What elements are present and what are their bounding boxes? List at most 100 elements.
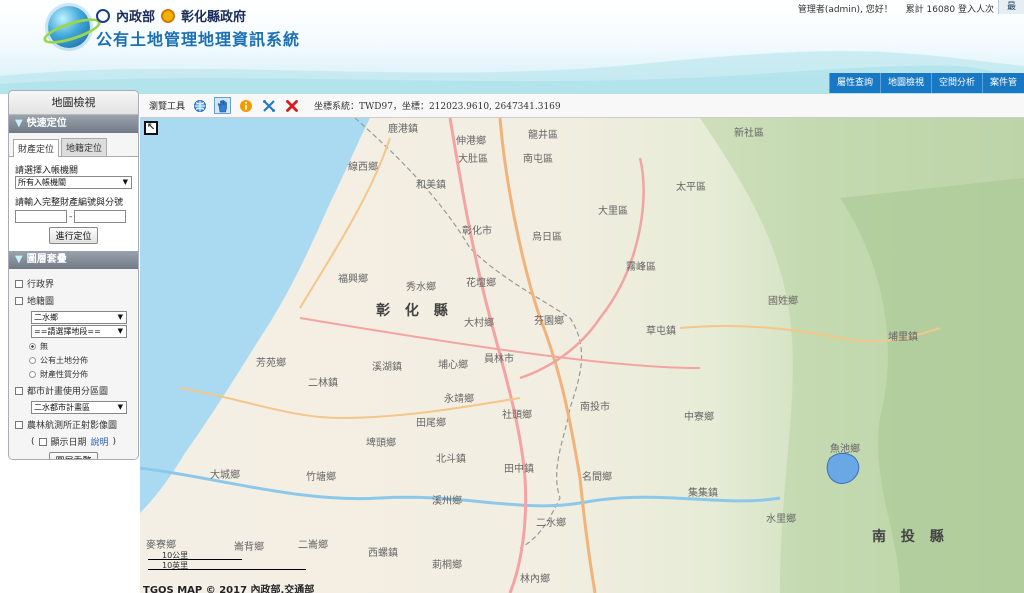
place-label: 南投市 <box>580 402 610 413</box>
gov-moi-label: 內政部 <box>116 10 156 25</box>
full-extent-arrow-icon[interactable]: ↖ <box>144 121 158 135</box>
collapse-triangle-icon: ▼ <box>15 254 23 265</box>
place-label: 草屯鎮 <box>646 326 676 337</box>
township-select-value: 二水鄉 <box>34 313 58 322</box>
urban-zoning-checkbox[interactable] <box>15 386 23 395</box>
layer-reset-button[interactable]: 圖層重整 <box>49 452 98 459</box>
place-label: 北斗鎮 <box>436 454 466 465</box>
place-label: 彰化市 <box>462 226 492 237</box>
section-select-value: ==請選擇地段== <box>34 327 101 336</box>
aerial-checkbox[interactable] <box>15 420 23 429</box>
coordinate-readout: 坐標系統：TWD97，坐標：212023.9610, 2647341.3169 <box>314 102 561 112</box>
cadastral-options: 二水鄉 ▼ ==請選擇地段== ▼ <box>15 311 132 338</box>
gov-changhua-label: 彰化縣政府 <box>181 10 247 25</box>
property-number-inputs: - <box>15 210 132 223</box>
place-label: 大村鄉 <box>464 318 494 329</box>
place-label: 名間鄉 <box>582 472 612 483</box>
dropdown-arrow-icon: ▼ <box>117 403 123 411</box>
place-label: 埤頭鄉 <box>366 438 396 449</box>
place-label: 秀水鄉 <box>406 282 436 293</box>
site-title: 公有土地管理地理資訊系統 <box>96 30 301 49</box>
agency-select-value: 所有入帳機關 <box>18 178 66 187</box>
dropdown-arrow-icon: ▼ <box>117 327 123 335</box>
layers-list: 行政界 地籍圖 二水鄉 ▼ ==請選擇地段== ▼ 無 公有土地分佈 財產性質分… <box>9 269 138 459</box>
place-label: 龍井區 <box>528 130 558 141</box>
property-number-input[interactable] <box>15 210 67 223</box>
property-number-label: 請輸入完整財產編號與分號 <box>15 198 124 208</box>
quick-locate-header[interactable]: ▼ 快速定位 <box>9 115 138 133</box>
urban-zoning-label: 都市計畫使用分區圖 <box>27 387 109 397</box>
layers-label: 圖層套疊 <box>26 254 67 265</box>
urban-plan-select-value: 二水都市計畫區 <box>34 403 90 412</box>
county-label-changhua: 彰 化 縣 <box>376 303 453 319</box>
map-toolbar: 瀏覽工具 坐標系統：TWD97，坐標：212023.9610, 2647341.… <box>140 94 1024 118</box>
place-label: 伸港鄉 <box>456 136 486 147</box>
map-canvas[interactable]: ↖ 鹿港鎮 線西鄉 和美鎮 伸港鄉 大肚區 龍井區 南屯區 烏日區 大里區 太平… <box>140 118 1024 593</box>
radio-public-land[interactable] <box>29 357 36 364</box>
layers-header[interactable]: ▼ 圖層套疊 <box>9 251 138 269</box>
township-select[interactable]: 二水鄉 ▼ <box>31 311 127 324</box>
radio-none[interactable] <box>29 343 36 350</box>
layer-aerial-imagery: 農林航測所正射影像圖 <box>15 418 132 431</box>
paren-close: ) <box>112 436 117 447</box>
radio-public-row: 公有土地分佈 <box>29 355 132 366</box>
place-label: 溪州鄉 <box>432 496 462 507</box>
tab-cadastral-locate[interactable]: 地籍定位 <box>61 138 108 156</box>
top-corner-button[interactable]: 最 <box>998 0 1024 14</box>
measure-icon[interactable] <box>260 97 277 114</box>
radio-property-row: 財產性質分佈 <box>29 369 132 380</box>
sea-area <box>140 118 370 513</box>
explain-link[interactable]: 說明 <box>91 435 109 448</box>
admin-boundary-checkbox[interactable] <box>15 279 23 288</box>
panel-title: 地圖檢視 <box>9 91 138 115</box>
section-select[interactable]: ==請選擇地段== ▼ <box>31 325 127 338</box>
layer-admin-boundary: 行政界 <box>15 277 132 290</box>
user-info: 管理者(admin), 您好！ 累計 16080 登入人次 <box>788 2 994 15</box>
quick-locate-label: 快速定位 <box>26 118 67 129</box>
place-label: 芬園鄉 <box>534 316 564 327</box>
reset-button-wrap: 圖層重整 <box>15 452 132 459</box>
tab-property-locate[interactable]: 財產定位 <box>13 139 60 157</box>
urban-plan-select[interactable]: 二水都市計畫區 ▼ <box>31 401 127 414</box>
paren-open: ( <box>31 436 35 447</box>
show-date-checkbox[interactable] <box>38 437 47 446</box>
place-label: 員林市 <box>484 354 514 365</box>
info-icon[interactable] <box>237 97 254 114</box>
government-logos: 內政部 彰化縣政府 <box>96 6 246 25</box>
place-label: 永靖鄉 <box>444 394 474 405</box>
place-label: 埔心鄉 <box>438 360 468 371</box>
user-greeting: 管理者(admin), 您好！ <box>797 5 893 15</box>
place-label: 花壇鄉 <box>466 278 496 289</box>
property-subnumber-input[interactable] <box>74 210 127 223</box>
pan-hand-icon[interactable] <box>214 97 232 114</box>
changhua-emblem-icon <box>161 8 176 23</box>
clear-icon[interactable] <box>283 97 300 114</box>
radio-property-nature[interactable] <box>29 371 36 378</box>
moi-emblem-icon <box>96 8 110 23</box>
cadastral-checkbox[interactable] <box>15 296 23 305</box>
place-label: 溪湖鎮 <box>372 362 402 373</box>
place-label: 埔里鎮 <box>888 332 918 343</box>
locate-button[interactable]: 進行定位 <box>49 227 98 244</box>
layer-urban-zoning: 都市計畫使用分區圖 <box>15 384 132 397</box>
agency-label: 請選擇入帳機關 <box>15 166 79 176</box>
radio-property-label: 財產性質分佈 <box>40 370 88 379</box>
agency-select[interactable]: 所有入帳機關 ▼ <box>15 176 132 189</box>
nav-case-management[interactable]: 案件管 <box>981 73 1024 93</box>
place-label: 大里區 <box>598 206 628 217</box>
place-label: 國姓鄉 <box>768 296 798 307</box>
place-label: 中寮鄉 <box>684 412 714 423</box>
place-label: 霧峰區 <box>626 262 656 273</box>
nav-spatial-analysis[interactable]: 空間分析 <box>930 73 982 93</box>
dash-separator: - <box>69 211 73 222</box>
locate-tabs: 財產定位 地籍定位 <box>9 133 138 157</box>
nav-attribute-query[interactable]: 屬性查詢 <box>828 73 880 93</box>
place-label: 南屯區 <box>523 154 553 165</box>
scale-bar: 10公里 10英里 <box>148 549 308 571</box>
globe-icon[interactable] <box>191 97 208 114</box>
show-date-label: 顯示日期 <box>50 438 87 448</box>
place-label: 鹿港鎮 <box>388 124 418 135</box>
main-nav: 屬性查詢 地圖檢視 空間分析 案件管 <box>828 73 1024 93</box>
nav-map-view[interactable]: 地圖檢視 <box>879 73 931 93</box>
place-label: 莿桐鄉 <box>432 560 462 571</box>
